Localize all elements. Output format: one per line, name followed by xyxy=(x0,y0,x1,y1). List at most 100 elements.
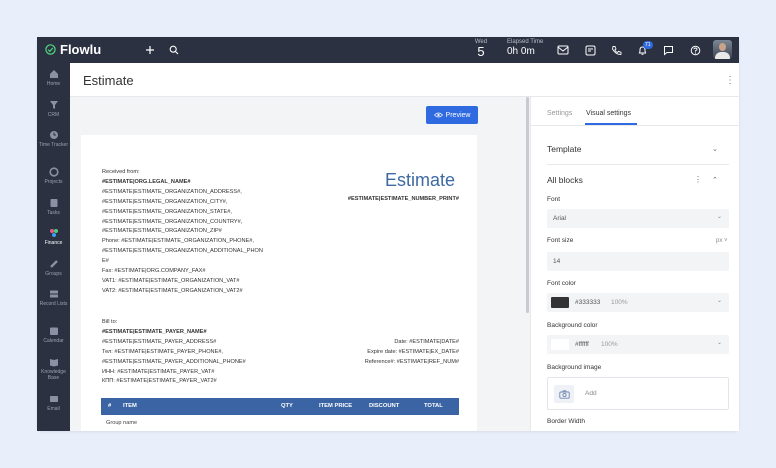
bg-image-upload[interactable]: Add xyxy=(547,377,729,410)
font-size-input[interactable]: 14 xyxy=(547,252,729,271)
elapsed-time-widget[interactable]: Elapsed Time 0h 0m xyxy=(507,39,543,59)
from-line: VAT2: #ESTIMATE|ESTIMATE_ORGANIZATION_VA… xyxy=(102,287,243,294)
sidebar-item-label: Finance xyxy=(44,240,63,246)
date-line: Date: #ESTIMATE|DATE# xyxy=(394,339,459,345)
sidebar-item-label: Knowledge Base xyxy=(41,369,66,381)
sidebar-item-label: Groups xyxy=(45,271,62,277)
sidebar-item-label: CRM xyxy=(47,112,60,118)
bg-color-picker[interactable]: #ffffff 100% ⌄ xyxy=(547,335,729,354)
more-options-icon[interactable]: ⋮ xyxy=(694,175,702,184)
sidebar-item-email[interactable]: Email xyxy=(37,394,70,412)
font-select-value: Arial xyxy=(553,215,567,222)
plus-icon[interactable] xyxy=(143,43,157,57)
from-line: #ESTIMATE|ESTIMATE_ORGANIZATION_COUNTRY#… xyxy=(102,218,243,225)
document-dates-block: Date: #ESTIMATE|DATE# Expire date: #ESTI… xyxy=(299,338,459,368)
help-icon[interactable] xyxy=(688,43,702,57)
from-line: Fax: #ESTIMATE|ORG.COMPANY_FAX# xyxy=(102,268,206,275)
preview-button-label: Preview xyxy=(445,111,471,119)
col-discount: DISCOUNT xyxy=(369,403,400,409)
chevron-down-icon: ⌄ xyxy=(716,298,722,304)
bg-color-hex: #ffffff xyxy=(575,341,589,348)
sidebar-item-label: Record Lists xyxy=(39,301,68,307)
all-blocks-section-title[interactable]: All blocks xyxy=(547,175,583,185)
items-table-header: # ITEM QTY ITEM PRICE DISCOUNT TOTAL xyxy=(101,398,459,415)
preview-button[interactable]: Preview xyxy=(426,106,478,124)
org-name: #ESTIMATE|ORG.LEGAL_NAME# xyxy=(102,178,191,185)
notification-badge: 71 xyxy=(643,41,653,49)
groups-icon xyxy=(49,260,58,268)
home-icon xyxy=(49,70,58,78)
mail-icon[interactable] xyxy=(556,43,570,57)
sidebar-item-projects[interactable]: Projects xyxy=(37,167,70,185)
sidebar-item-label: Email xyxy=(47,406,60,412)
document-bill-block: Bill to: #ESTIMATE|ESTIMATE_PAYER_NAME# … xyxy=(102,318,246,387)
notes-icon[interactable] xyxy=(583,43,597,57)
chevron-down-icon: ⌄ xyxy=(716,214,722,220)
chevron-down-icon: ⌄ xyxy=(716,340,722,346)
font-color-opacity: 100% xyxy=(611,299,628,306)
more-menu-icon[interactable]: ⋮ xyxy=(725,75,735,86)
avatar[interactable] xyxy=(713,40,732,59)
received-from-label: Received from: xyxy=(102,169,140,175)
top-bar: Flowlu Wed 5 Elapsed Time 0h 0m 71 xyxy=(37,37,739,63)
document-title: Estimate xyxy=(385,170,456,190)
elapsed-value: 0h 0m xyxy=(507,46,535,57)
tasks-icon xyxy=(50,199,57,207)
bill-line: КПП: #ESTIMATE|ESTIMATE_PAYER_VAT2# xyxy=(102,378,217,385)
sidebar-item-groups[interactable]: Groups xyxy=(37,259,70,277)
font-color-swatch xyxy=(551,297,569,308)
sidebar-item-label: Home xyxy=(46,81,61,87)
col-qty: QTY xyxy=(281,403,293,409)
font-size-value: 14 xyxy=(553,258,561,265)
from-line: #ESTIMATE|ESTIMATE_ORGANIZATION_ADDITION… xyxy=(102,248,263,255)
tab-settings[interactable]: Settings xyxy=(547,110,572,117)
phone-icon[interactable] xyxy=(609,43,623,57)
date-widget[interactable]: Wed 5 xyxy=(473,39,489,59)
search-icon[interactable] xyxy=(167,43,181,57)
tabs-divider xyxy=(531,125,739,126)
chevron-down-icon[interactable]: ⌄ xyxy=(712,145,718,153)
font-size-unit-text: px xyxy=(716,238,723,244)
sidebar-item-knowledge-base[interactable]: Knowledge Base xyxy=(37,357,70,381)
bg-color-opacity: 100% xyxy=(601,341,618,348)
sidebar-item-time-tracker[interactable]: Time Tracker xyxy=(37,130,70,148)
font-color-label: Font color xyxy=(547,280,576,287)
app-name: Flowlu xyxy=(60,42,102,57)
font-select[interactable]: Arial ⌄ xyxy=(547,209,729,228)
projects-icon xyxy=(48,167,59,177)
font-color-picker[interactable]: #333333 100% ⌄ xyxy=(547,293,729,312)
sidebar-item-home[interactable]: Home xyxy=(37,69,70,87)
sidebar-item-label: Time Tracker xyxy=(39,142,68,148)
from-line: VAT1: #ESTIMATE|ESTIMATE_ORGANIZATION_VA… xyxy=(102,277,240,284)
border-width-label: Border Width xyxy=(547,418,585,425)
bill-line: ИНН: #ESTIMATE|ESTIMATE_PAYER_VAT# xyxy=(102,368,215,375)
sidebar-item-label: Projects xyxy=(44,179,63,185)
font-label: Font xyxy=(547,196,561,203)
page-title: Estimate xyxy=(83,73,134,88)
from-line: E# xyxy=(102,258,109,265)
sidebar-item-label: Calendar xyxy=(43,338,64,344)
list-icon xyxy=(49,290,58,298)
chevron-up-icon[interactable]: ⌃ xyxy=(712,176,718,184)
sidebar-item-tasks[interactable]: Tasks xyxy=(37,198,70,216)
preview-scrollbar[interactable] xyxy=(526,97,529,313)
chat-icon[interactable] xyxy=(661,43,675,57)
font-size-unit[interactable]: px ˅ xyxy=(716,238,728,244)
funnel-icon xyxy=(49,101,58,109)
col-total: TOTAL xyxy=(424,403,443,409)
sidebar-item-finance[interactable]: Finance xyxy=(37,228,70,246)
font-size-label: Font size xyxy=(547,237,574,244)
sidebar-item-crm[interactable]: CRM xyxy=(37,100,70,118)
bg-color-label: Background color xyxy=(547,322,598,329)
sidebar-item-record-lists[interactable]: Record Lists xyxy=(37,289,70,307)
add-image-label: Add xyxy=(585,390,597,397)
sidebar-item-label: Tasks xyxy=(47,210,60,216)
logo[interactable]: Flowlu xyxy=(45,42,101,57)
tab-visual-settings[interactable]: Visual settings xyxy=(586,110,631,117)
check-circle-icon xyxy=(45,44,56,55)
template-section-title[interactable]: Template xyxy=(547,144,582,154)
book-icon xyxy=(49,359,58,367)
envelope-icon xyxy=(49,396,58,402)
from-line: #ESTIMATE|ESTIMATE_ORGANIZATION_ADDRESS#… xyxy=(102,188,242,195)
sidebar-item-calendar[interactable]: Calendar xyxy=(37,326,70,344)
